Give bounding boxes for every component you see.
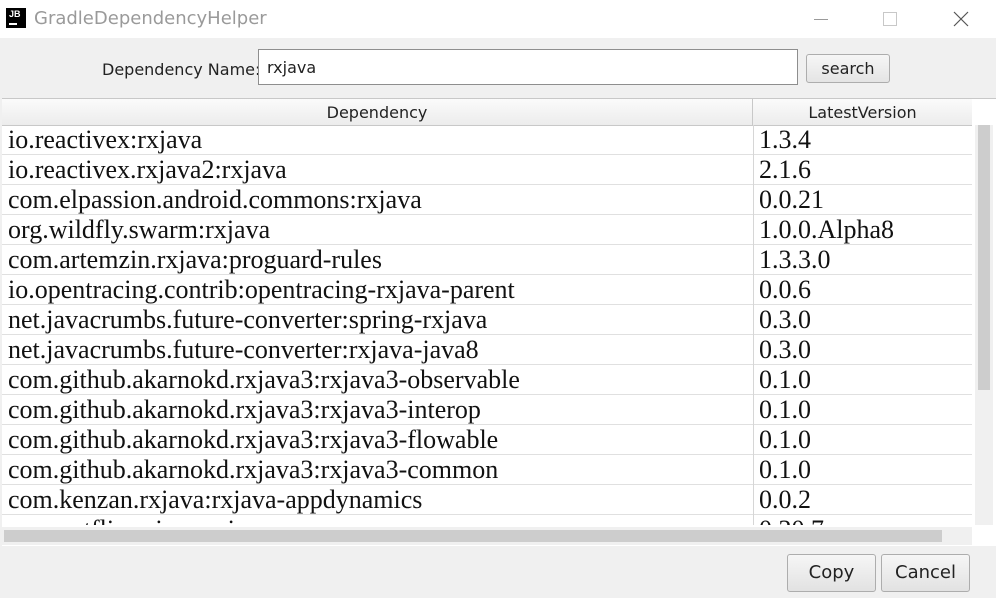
cell-dependency: net.javacrumbs.future-converter:spring-r…	[8, 305, 488, 334]
table-row[interactable]: io.reactivex.rxjava2:rxjava 2.1.6	[2, 155, 972, 185]
cell-dependency: io.reactivex:rxjava	[8, 125, 203, 154]
table-row[interactable]: com.github.akarnokd.rxjava3:rxjava3-comm…	[2, 455, 972, 485]
dependency-table: Dependency LatestVersion io.reactivex:rx…	[2, 98, 996, 546]
cell-latest-version: 0.1.0	[759, 425, 811, 454]
column-header-latest-version[interactable]: LatestVersion	[753, 99, 972, 125]
search-button[interactable]: search	[806, 54, 890, 83]
logo-text: JB	[9, 9, 21, 19]
column-header-dependency[interactable]: Dependency	[2, 99, 753, 125]
cell-latest-version: 1.3.3.0	[759, 245, 831, 274]
cell-dependency: com.github.akarnokd.rxjava3:rxjava3-inte…	[8, 395, 481, 424]
maximize-icon[interactable]	[866, 0, 912, 38]
table-row[interactable]: net.javacrumbs.future-converter:rxjava-j…	[2, 335, 972, 365]
table-row[interactable]: com.github.akarnokd.rxjava3:rxjava3-obse…	[2, 365, 972, 395]
cell-latest-version: 2.1.6	[759, 155, 811, 184]
cell-dependency: com.artemzin.rxjava:proguard-rules	[8, 245, 382, 274]
cell-latest-version: 0.1.0	[759, 365, 811, 394]
dependency-name-input[interactable]	[258, 49, 798, 85]
cell-latest-version: 0.3.0	[759, 305, 811, 334]
cell-dependency: com.elpassion.android.commons:rxjava	[8, 185, 422, 214]
table-row[interactable]: com.netflix.rxjava:rxjava-core 0.20.7	[2, 515, 972, 525]
vertical-scrollbar-thumb[interactable]	[978, 125, 990, 390]
cell-latest-version: 0.0.2	[759, 485, 811, 514]
table-row[interactable]: org.wildfly.swarm:rxjava 1.0.0.Alpha8	[2, 215, 972, 245]
cell-latest-version: 0.1.0	[759, 455, 811, 484]
jetbrains-logo-icon: JB	[6, 8, 26, 28]
cancel-button[interactable]: Cancel	[881, 554, 970, 592]
cell-dependency: io.reactivex.rxjava2:rxjava	[8, 155, 287, 184]
title-bar[interactable]: JB GradleDependencyHelper	[0, 0, 996, 38]
vertical-scrollbar[interactable]	[975, 125, 993, 525]
cell-dependency: com.github.akarnokd.rxjava3:rxjava3-comm…	[8, 455, 499, 484]
cell-dependency: io.opentracing.contrib:opentracing-rxjav…	[8, 275, 515, 304]
table-row[interactable]: io.reactivex:rxjava 1.3.4	[2, 125, 972, 155]
cell-dependency: com.github.akarnokd.rxjava3:rxjava3-obse…	[8, 365, 520, 394]
table-header: Dependency LatestVersion	[2, 99, 972, 126]
dependency-name-label: Dependency Name:	[102, 60, 261, 79]
minimize-icon[interactable]	[798, 0, 844, 38]
table-row[interactable]: com.github.akarnokd.rxjava3:rxjava3-flow…	[2, 425, 972, 455]
column-divider	[753, 125, 754, 525]
cell-latest-version: 0.1.0	[759, 395, 811, 424]
horizontal-scrollbar-thumb[interactable]	[4, 530, 942, 542]
cell-dependency: org.wildfly.swarm:rxjava	[8, 215, 271, 244]
copy-button[interactable]: Copy	[787, 554, 876, 592]
cell-latest-version: 0.3.0	[759, 335, 811, 364]
table-row[interactable]: net.javacrumbs.future-converter:spring-r…	[2, 305, 972, 335]
horizontal-scrollbar[interactable]	[2, 527, 972, 545]
table-row[interactable]: com.kenzan.rxjava:rxjava-appdynamics 0.0.…	[2, 485, 972, 515]
window-title: GradleDependencyHelper	[34, 8, 267, 29]
cell-latest-version: 1.0.0.Alpha8	[759, 215, 895, 244]
cell-latest-version: 1.3.4	[759, 125, 811, 154]
table-row[interactable]: io.opentracing.contrib:opentracing-rxjav…	[2, 275, 972, 305]
table-body: io.reactivex:rxjava 1.3.4 io.reactivex.rxj…	[2, 125, 972, 525]
cell-dependency: com.netflix.rxjava:rxjava-core	[8, 515, 748, 525]
table-row[interactable]: com.github.akarnokd.rxjava3:rxjava3-inte…	[2, 395, 972, 425]
table-row[interactable]: com.artemzin.rxjava:proguard-rules 1.3.3.…	[2, 245, 972, 275]
cell-dependency: com.kenzan.rxjava:rxjava-appdynamics	[8, 485, 423, 514]
cell-latest-version: 0.20.7	[759, 515, 969, 525]
cell-dependency: com.github.akarnokd.rxjava3:rxjava3-flow…	[8, 425, 499, 454]
cell-latest-version: 0.0.6	[759, 275, 811, 304]
cell-latest-version: 0.0.21	[759, 185, 824, 214]
table-row[interactable]: com.elpassion.android.commons:rxjava 0.0.…	[2, 185, 972, 215]
search-row: Dependency Name: search	[0, 38, 996, 98]
close-icon[interactable]	[938, 0, 984, 38]
cell-dependency: net.javacrumbs.future-converter:rxjava-j…	[8, 335, 479, 364]
dialog-window: JB GradleDependencyHelper Dependency Nam…	[0, 0, 996, 598]
